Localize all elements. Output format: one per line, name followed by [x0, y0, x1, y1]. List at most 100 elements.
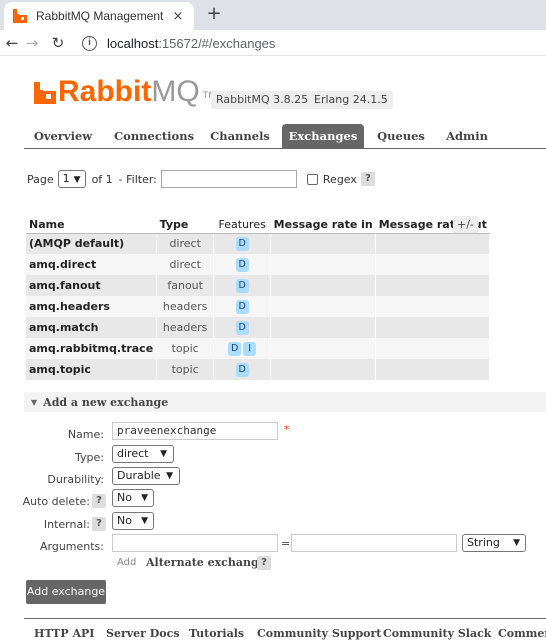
tab-exchanges[interactable]: Exchanges [282, 124, 364, 149]
rabbitmq-logo[interactable]: Rabbit MQ TM [34, 77, 216, 107]
exchange-name-link[interactable]: amq.match [26, 317, 158, 338]
auto-delete-help-icon[interactable]: ? [92, 494, 106, 508]
footer-link-tutorials[interactable]: Tutorials [189, 627, 244, 640]
table-row[interactable]: amq.rabbitmq.trace topic D I [26, 338, 491, 359]
regex-label: Regex [322, 172, 357, 186]
browser-tab[interactable]: RabbitMQ Management × [4, 2, 194, 30]
exchange-type: direct [156, 233, 215, 254]
add-exchange-button[interactable]: Add exchange [26, 580, 106, 604]
table-row[interactable]: amq.fanout fanout D [26, 275, 491, 296]
exchange-features: D [213, 254, 272, 275]
chevron-down-icon: ▼ [141, 493, 148, 503]
main-nav-tabs: Overview Connections Channels Exchanges … [24, 124, 546, 149]
reload-icon[interactable]: ↻ [48, 33, 68, 53]
rate-in-cell [270, 359, 377, 380]
footer-link-server-docs[interactable]: Server Docs [106, 627, 180, 640]
argument-key-input[interactable] [112, 534, 278, 552]
page-count: of 1 [91, 172, 113, 186]
footer: HTTP API Server Docs Tutorials Community… [24, 618, 546, 644]
chevron-down-icon: ▼ [160, 449, 167, 459]
logo-text-rabbit: Rabbit [58, 75, 152, 108]
footer-link-commercial[interactable]: Commerc [498, 627, 546, 640]
exchange-type: fanout [156, 275, 215, 296]
internal-label: Internal: [43, 518, 90, 531]
internal-select[interactable]: No ▼ [112, 512, 154, 530]
durable-badge: D [235, 279, 249, 293]
filter-label: - Filter: [118, 172, 157, 186]
tab-queues[interactable]: Queues [376, 124, 426, 149]
durability-select[interactable]: Durable ▼ [112, 467, 180, 485]
table-row[interactable]: amq.match headers D [26, 317, 491, 338]
rabbitmq-favicon-icon [13, 9, 27, 23]
chevron-down-icon: ▼ [73, 175, 81, 185]
tab-admin[interactable]: Admin [446, 124, 488, 149]
internal-help-icon[interactable]: ? [92, 517, 106, 531]
footer-link-community-slack[interactable]: Community Slack [383, 627, 491, 640]
footer-link-community-support[interactable]: Community Support [257, 627, 381, 640]
regex-help-icon[interactable]: ? [360, 172, 375, 186]
add-exchange-section-header[interactable]: ▼ Add a new exchange [24, 392, 546, 412]
required-mark: * [284, 423, 290, 436]
name-label: Name: [67, 428, 104, 441]
forward-arrow-icon[interactable]: → [22, 33, 42, 53]
back-arrow-icon[interactable]: ← [2, 33, 22, 53]
add-argument-link[interactable]: Add [117, 557, 136, 568]
paging-row: Page 1 ▼ of 1 - Filter: Regex ? [27, 170, 375, 188]
exchange-name-link[interactable]: (AMQP default) [26, 233, 158, 254]
exchange-name-link[interactable]: amq.rabbitmq.trace [26, 338, 158, 359]
col-type[interactable]: Type [156, 216, 214, 234]
tab-overview[interactable]: Overview [30, 124, 96, 149]
table-row[interactable]: amq.direct direct D [26, 254, 491, 275]
page-select-value: 1 [62, 172, 70, 185]
argument-type-select[interactable]: String ▼ [462, 534, 526, 552]
table-row[interactable]: amq.topic topic D [26, 359, 491, 380]
table-row[interactable]: amq.headers headers D [26, 296, 491, 317]
type-select[interactable]: direct ▼ [112, 445, 174, 463]
chevron-down-icon: ▼ [513, 538, 520, 548]
exchange-features: D [213, 233, 272, 254]
new-tab-icon[interactable]: + [204, 4, 224, 24]
argument-equals: = [281, 537, 291, 550]
durable-badge: D [235, 300, 249, 314]
browser-tab-bar: RabbitMQ Management × + [0, 0, 546, 30]
durable-badge: D [235, 237, 249, 252]
add-exchange-title: Add a new exchange [43, 395, 169, 409]
type-select-value: direct [117, 447, 149, 460]
url-path: :15672/#/exchanges [158, 35, 276, 51]
durable-badge: D [235, 363, 249, 377]
exchange-type: topic [156, 338, 215, 359]
site-info-icon[interactable]: i [82, 35, 97, 51]
name-input[interactable]: praveenexchange [112, 422, 278, 440]
regex-checkbox[interactable] [306, 173, 318, 185]
auto-delete-select-value: No [117, 491, 132, 504]
col-name[interactable]: Name [26, 216, 157, 234]
exchange-name-link[interactable]: amq.direct [26, 254, 158, 275]
rate-out-cell [375, 317, 491, 338]
col-rate-in: Message rate in [270, 216, 376, 234]
columns-toggle-button[interactable]: +/- [453, 216, 478, 233]
tab-close-icon[interactable]: × [168, 9, 188, 24]
exchange-name-link[interactable]: amq.topic [26, 359, 158, 380]
page-label: Page [27, 172, 54, 186]
tab-connections[interactable]: Connections [114, 124, 194, 149]
tab-channels[interactable]: Channels [210, 124, 270, 149]
footer-link-http-api[interactable]: HTTP API [34, 627, 94, 640]
rate-out-cell [375, 275, 491, 296]
rate-out-cell [375, 254, 491, 275]
erlang-version-badge: Erlang 24.1.5 [309, 91, 393, 109]
exchange-name-link[interactable]: amq.headers [26, 296, 158, 317]
address-bar[interactable]: i localhost :15672/#/exchanges [82, 33, 546, 53]
page-select[interactable]: 1 ▼ [57, 170, 86, 188]
alternate-exchange-link[interactable]: Alternate exchange [146, 556, 266, 569]
auto-delete-select[interactable]: No ▼ [112, 489, 154, 507]
table-row[interactable]: (AMQP default) direct D [26, 233, 491, 254]
exchange-features: D [213, 275, 272, 296]
filter-input[interactable] [160, 170, 297, 188]
durable-badge: D [235, 321, 249, 335]
rate-out-cell [375, 338, 491, 359]
alternate-exchange-help-icon[interactable]: ? [257, 556, 271, 570]
argument-value-input[interactable] [291, 534, 457, 552]
rate-out-cell [375, 359, 491, 380]
exchange-name-link[interactable]: amq.fanout [26, 275, 158, 296]
durable-badge: D [235, 258, 249, 272]
